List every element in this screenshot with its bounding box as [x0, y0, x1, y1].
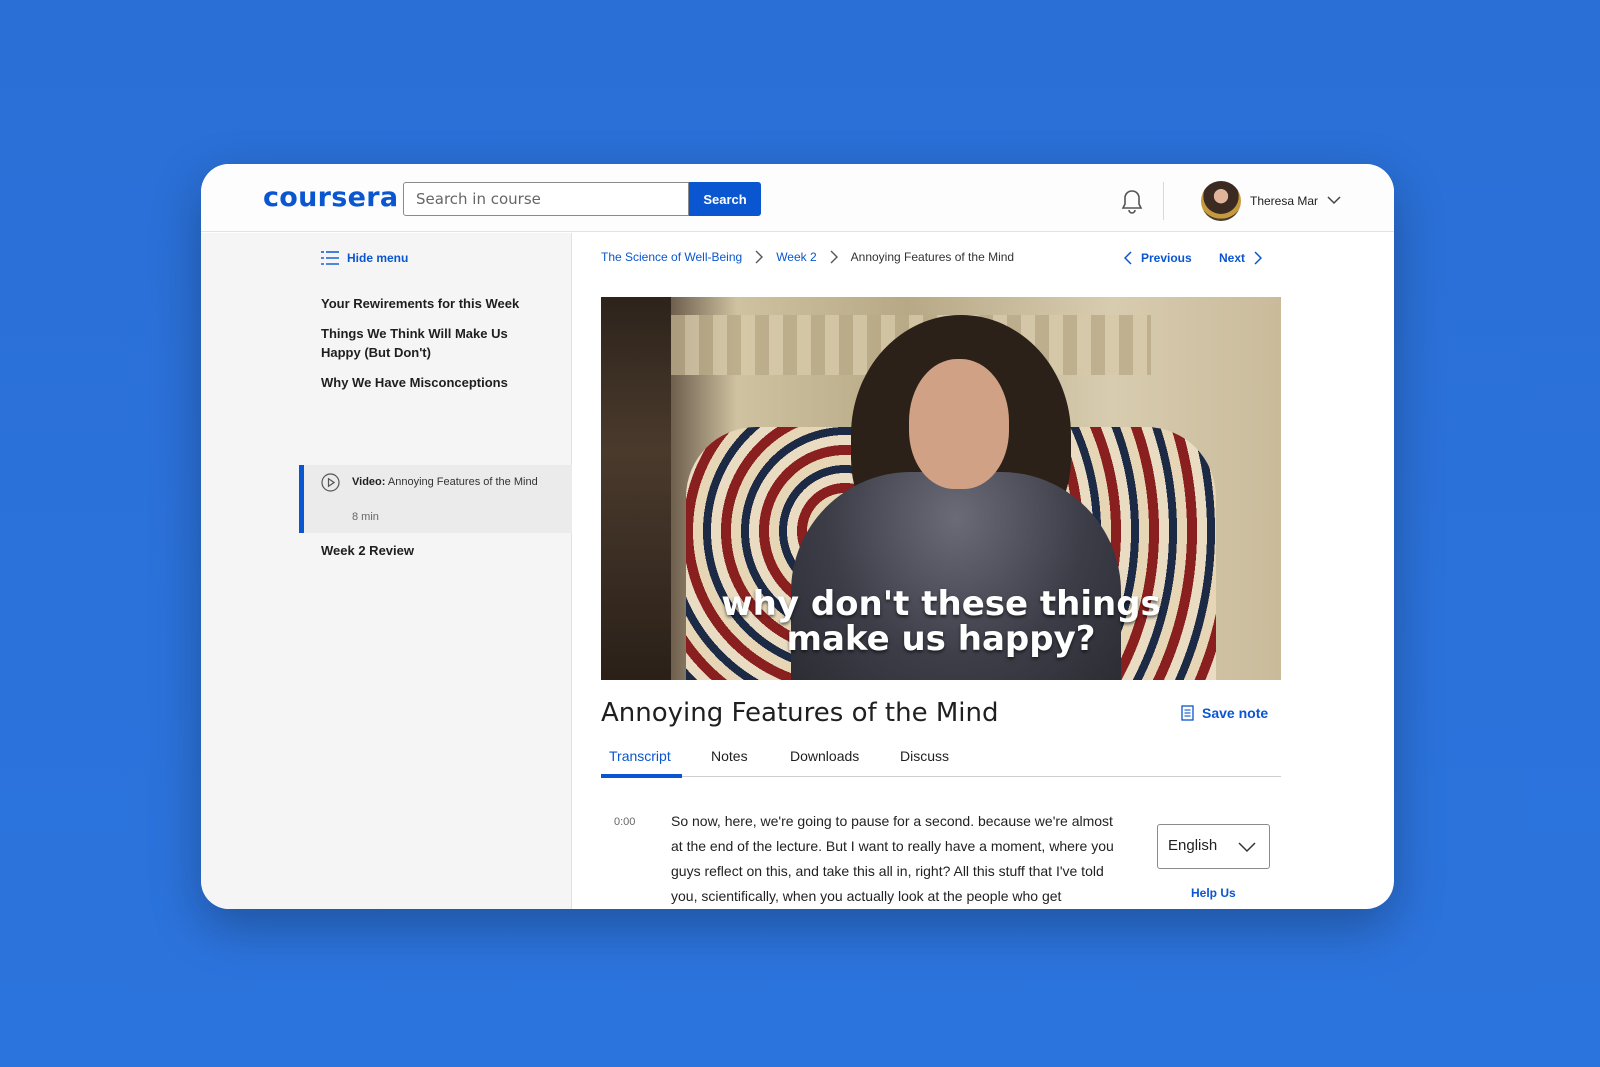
breadcrumb-week[interactable]: Week 2: [776, 250, 816, 264]
breadcrumb-course[interactable]: The Science of Well-Being: [601, 250, 742, 264]
next-button[interactable]: Next: [1219, 251, 1263, 265]
active-video-title: Video: Annoying Features of the Mind: [352, 474, 542, 491]
video-subtitle: why don't these things make us happy?: [601, 587, 1281, 657]
breadcrumb-current: Annoying Features of the Mind: [850, 250, 1015, 264]
video-scene-face: [909, 359, 1009, 489]
help-us-link[interactable]: Help Us: [1191, 886, 1236, 900]
chevron-right-icon: [830, 250, 838, 264]
tab-discuss[interactable]: Discuss: [900, 748, 949, 764]
bell-icon[interactable]: [1120, 189, 1144, 215]
chevron-down-icon: [1238, 842, 1256, 853]
search-input[interactable]: Search in course: [403, 182, 689, 216]
list-icon: [321, 251, 339, 265]
video-player[interactable]: why don't these things make us happy?: [601, 297, 1281, 680]
search-button[interactable]: Search: [689, 182, 761, 216]
page-title: Annoying Features of the Mind: [601, 698, 999, 728]
active-video-name: Annoying Features of the Mind: [387, 476, 538, 488]
transcript-text[interactable]: So now, here, we're going to pause for a…: [671, 809, 1123, 909]
course-sidebar: Hide menu Your Rewirements for this Week…: [201, 233, 572, 909]
hide-menu-label: Hide menu: [347, 251, 409, 265]
app-window: coursera Search in course Search Theresa…: [201, 164, 1394, 909]
chevron-right-icon: [755, 250, 764, 264]
chevron-right-icon: [1254, 251, 1263, 265]
sidebar-item-active-video[interactable]: Video: Annoying Features of the Mind 8 m…: [299, 465, 572, 533]
save-note-button[interactable]: Save note: [1181, 705, 1268, 721]
sidebar-item-week2-review[interactable]: Week 2 Review: [321, 541, 551, 560]
next-label: Next: [1219, 251, 1246, 265]
subtitle-line-2: make us happy?: [786, 619, 1096, 659]
active-video-duration: 8 min: [352, 511, 379, 523]
hide-menu-button[interactable]: Hide menu: [321, 251, 408, 265]
video-type-label: Video:: [352, 476, 386, 488]
note-icon: [1181, 705, 1194, 721]
previous-label: Previous: [1141, 251, 1192, 265]
avatar[interactable]: [1201, 181, 1241, 221]
header-divider: [1163, 182, 1164, 220]
content-tabs: Transcript Notes Downloads Discuss: [601, 739, 1281, 778]
chevron-down-icon[interactable]: [1327, 195, 1341, 205]
save-note-label: Save note: [1202, 705, 1269, 721]
transcript-timestamp[interactable]: 0:00: [614, 816, 635, 828]
tab-notes[interactable]: Notes: [711, 748, 748, 764]
previous-button[interactable]: Previous: [1124, 251, 1192, 265]
chevron-left-icon: [1124, 251, 1132, 265]
active-tab-indicator: [601, 774, 682, 778]
tab-downloads[interactable]: Downloads: [790, 748, 859, 764]
play-icon: [321, 473, 340, 492]
user-name[interactable]: Theresa Mar: [1250, 194, 1318, 208]
subtitle-line-1: why don't these things: [721, 584, 1161, 624]
top-header: coursera Search in course Search Theresa…: [201, 164, 1394, 232]
sidebar-item-rewirements[interactable]: Your Rewirements for this Week: [321, 294, 551, 313]
breadcrumb: The Science of Well-Being Week 2 Annoyin…: [601, 250, 1014, 264]
coursera-logo[interactable]: coursera: [263, 182, 398, 213]
sidebar-item-things-we-think[interactable]: Things We Think Will Make Us Happy (But …: [321, 324, 551, 362]
sidebar-item-misconceptions[interactable]: Why We Have Misconceptions: [321, 373, 551, 392]
tab-transcript[interactable]: Transcript: [609, 748, 671, 764]
